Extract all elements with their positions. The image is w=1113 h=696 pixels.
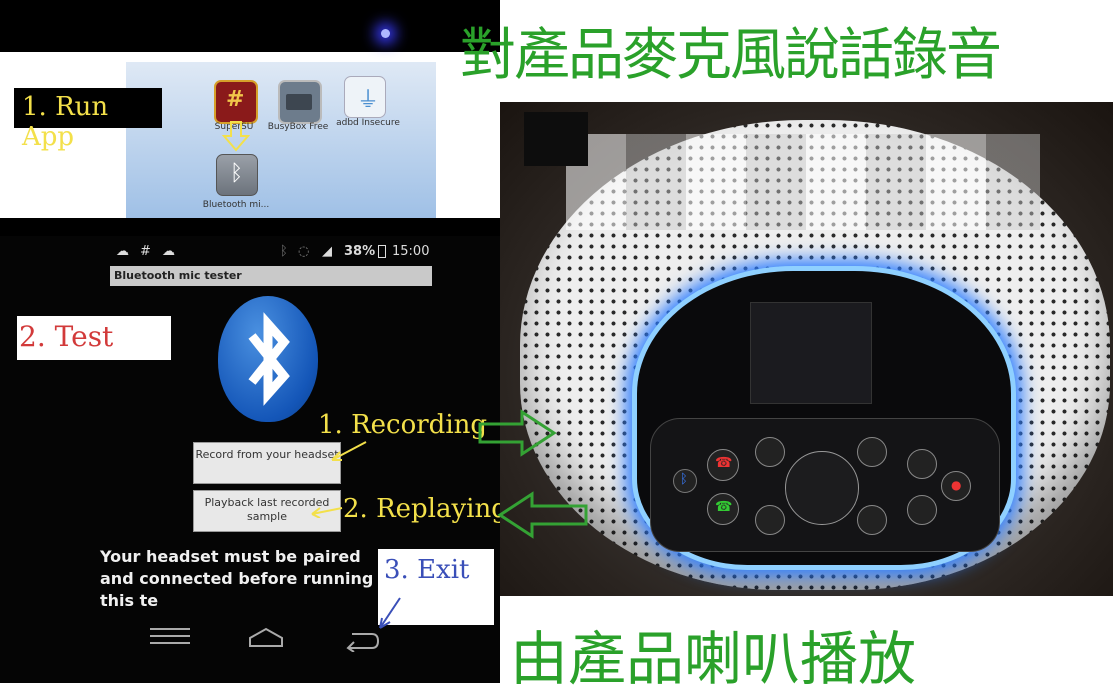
panel-bluetooth-button[interactable]: ᛒ <box>673 469 697 493</box>
launcher-screenshot: run # SuperSU BusyBox Free ⏚ adbd Insecu… <box>0 0 500 236</box>
supersu-icon[interactable]: # <box>214 80 258 124</box>
app-title-bar: Bluetooth mic tester <box>110 266 432 286</box>
mute-mic-icon: ● <box>951 478 962 492</box>
yellow-arrow-icon-2 <box>311 507 343 518</box>
volume-down-button[interactable] <box>907 495 937 525</box>
top-heading: 對產品麥克風說話錄音 <box>460 23 1002 88</box>
blue-led-light <box>381 29 390 38</box>
recording-label: 1. Recording <box>318 410 488 440</box>
test-label: 2. Test <box>19 320 114 353</box>
hash-status-icon: # <box>140 244 151 259</box>
exit-arrow-icon <box>379 597 401 629</box>
bluetooth-logo <box>218 296 318 422</box>
bluetooth-led-icon: ᛒ <box>680 472 688 487</box>
menu-icon[interactable] <box>150 626 190 644</box>
app-label-bluetooth: Bluetooth mi... <box>202 200 270 210</box>
app-label-adbd: adbd Insecure <box>336 118 400 128</box>
control-panel: ᛒ ☎ ☎ ● <box>650 418 1000 552</box>
speakerphone-photo: ᛒ ☎ ☎ ● <box>500 102 1113 596</box>
wifi-icon: ◌ <box>298 244 310 259</box>
camera-preset-button[interactable] <box>857 437 887 467</box>
back-icon[interactable] <box>344 628 380 652</box>
app-label-busybox: BusyBox Free <box>267 122 329 132</box>
battery-icon <box>378 245 386 258</box>
launcher-screen: run # SuperSU BusyBox Free ⏚ adbd Insecu… <box>126 62 436 218</box>
clock: 15:00 <box>392 244 430 259</box>
bluetooth-rune-icon <box>248 312 290 406</box>
weather-icon: ☁ <box>162 244 175 259</box>
run-app-label: 1. Run App <box>22 92 109 152</box>
run-app-label-box: 1. Run App <box>14 88 162 152</box>
answer-button[interactable]: ☎ <box>707 493 739 525</box>
test-label-box: 2. Test <box>17 316 171 360</box>
hangup-button[interactable]: ☎ <box>707 449 739 481</box>
green-left-arrow-icon <box>497 491 588 539</box>
lcd-display <box>750 302 872 404</box>
zoom-in-button[interactable] <box>755 437 785 467</box>
usb-glyph: ⏚ <box>357 88 380 113</box>
bottom-heading: 由產品喇叭播放 <box>510 625 917 693</box>
battery-percent: 38% <box>344 244 376 259</box>
down-arrow-icon <box>222 121 250 152</box>
blurred-logo-area <box>566 134 1040 230</box>
hangup-icon: ☎ <box>715 455 733 471</box>
bluetooth-glyph: ᛒ <box>230 161 244 186</box>
busybox-box-shape <box>286 94 312 110</box>
bluetooth-status-icon: ᛒ <box>280 244 288 259</box>
exit-label: 3. Exit <box>384 555 470 585</box>
home-icon[interactable] <box>248 626 284 648</box>
record-button[interactable]: Record from your headset <box>193 442 341 484</box>
usb-icon[interactable]: ⏚ <box>344 76 386 118</box>
status-bar: ☁ # ☁ ᛒ ◌ ◢ 38% 15:00 <box>110 244 436 264</box>
answer-icon: ☎ <box>715 499 733 515</box>
dark-corner-patch <box>524 112 588 166</box>
dpad-control[interactable] <box>785 451 859 525</box>
busybox-icon[interactable] <box>278 80 322 124</box>
volume-up-button[interactable] <box>907 449 937 479</box>
hash-glyph: # <box>226 87 245 112</box>
cloud-icon: ☁ <box>116 244 129 259</box>
camera-button[interactable] <box>857 505 887 535</box>
green-right-arrow-icon <box>478 409 557 457</box>
warning-text: Your headset must be paired and connecte… <box>100 547 374 610</box>
replaying-label: 2. Replaying <box>343 494 508 524</box>
zoom-out-button[interactable] <box>755 505 785 535</box>
bluetooth-app-icon[interactable]: ᛒ <box>216 154 258 196</box>
mute-button[interactable]: ● <box>941 471 971 501</box>
yellow-arrow-icon <box>331 441 367 461</box>
signal-icon: ◢ <box>322 244 332 259</box>
